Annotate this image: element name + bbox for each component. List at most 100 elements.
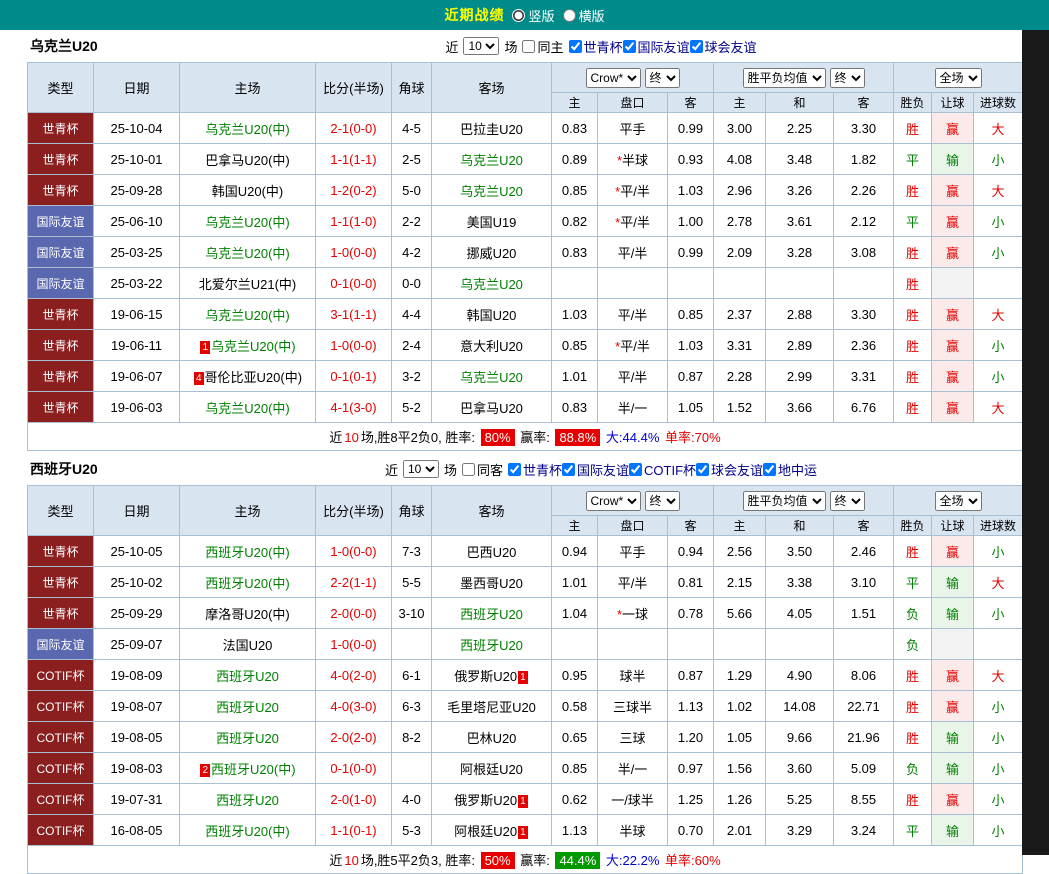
- away-team-name[interactable]: 美国U19: [467, 215, 517, 230]
- home-team-cell[interactable]: 西班牙U20: [180, 660, 316, 691]
- same-venue-checkbox[interactable]: [462, 463, 475, 476]
- score[interactable]: 2-0(2-0): [316, 722, 392, 753]
- competition-filter[interactable]: 国际友谊: [623, 37, 690, 56]
- home-team-name[interactable]: 西班牙U20: [216, 669, 279, 684]
- away-team-cell[interactable]: 乌克兰U20: [432, 144, 552, 175]
- layout-option-horizontal[interactable]: 横版: [563, 6, 605, 25]
- away-team-cell[interactable]: 俄罗斯U201: [432, 660, 552, 691]
- home-team-name[interactable]: 西班牙U20: [216, 700, 279, 715]
- score[interactable]: 2-0(0-0): [316, 598, 392, 629]
- home-team-name[interactable]: 乌克兰U20(中): [211, 339, 296, 354]
- home-team-cell[interactable]: 2西班牙U20(中): [180, 753, 316, 784]
- home-team-name[interactable]: 乌克兰U20(中): [205, 122, 290, 137]
- competition-checkbox[interactable]: [569, 40, 582, 53]
- home-team-name[interactable]: 巴拿马U20(中): [205, 153, 290, 168]
- competition-filter[interactable]: 球会友谊: [690, 37, 757, 56]
- score[interactable]: 4-1(3-0): [316, 392, 392, 423]
- away-team-cell[interactable]: 意大利U20: [432, 330, 552, 361]
- home-team-name[interactable]: 摩洛哥U20(中): [205, 607, 290, 622]
- away-team-name[interactable]: 西班牙U20: [460, 638, 523, 653]
- home-team-name[interactable]: 乌克兰U20(中): [205, 401, 290, 416]
- score[interactable]: 2-2(1-1): [316, 567, 392, 598]
- same-venue-filter[interactable]: 同客: [462, 460, 503, 479]
- away-team-name[interactable]: 挪威U20: [467, 246, 517, 261]
- score[interactable]: 1-1(0-1): [316, 815, 392, 846]
- away-team-cell[interactable]: 巴拿马U20: [432, 392, 552, 423]
- away-team-name[interactable]: 乌克兰U20: [460, 370, 523, 385]
- away-team-cell[interactable]: 巴林U20: [432, 722, 552, 753]
- away-team-cell[interactable]: 阿根廷U201: [432, 815, 552, 846]
- away-team-name[interactable]: 乌克兰U20: [460, 153, 523, 168]
- away-team-name[interactable]: 巴西U20: [467, 545, 517, 560]
- score[interactable]: 3-1(1-1): [316, 299, 392, 330]
- competition-checkbox[interactable]: [763, 463, 776, 476]
- same-venue-checkbox[interactable]: [522, 40, 535, 53]
- home-team-name[interactable]: 西班牙U20(中): [205, 576, 290, 591]
- score[interactable]: 1-0(0-0): [316, 629, 392, 660]
- score[interactable]: 0-1(0-1): [316, 361, 392, 392]
- score[interactable]: 1-0(0-0): [316, 330, 392, 361]
- away-team-name[interactable]: 阿根廷U20: [454, 824, 517, 839]
- home-team-cell[interactable]: 4哥伦比亚U20(中): [180, 361, 316, 392]
- europe-odds-select[interactable]: 胜平负均值: [743, 68, 826, 88]
- score[interactable]: 0-1(0-0): [316, 268, 392, 299]
- result-scope-select[interactable]: 全场: [935, 68, 982, 88]
- odds-period-select[interactable]: 终: [645, 491, 680, 511]
- away-team-name[interactable]: 韩国U20: [467, 308, 517, 323]
- home-team-name[interactable]: 韩国U20(中): [212, 184, 284, 199]
- competition-filter[interactable]: 球会友谊: [696, 460, 763, 479]
- competition-filter[interactable]: COTIF杯: [629, 460, 696, 479]
- competition-checkbox[interactable]: [696, 463, 709, 476]
- home-team-name[interactable]: 西班牙U20(中): [205, 545, 290, 560]
- home-team-cell[interactable]: 乌克兰U20(中): [180, 206, 316, 237]
- score[interactable]: 4-0(3-0): [316, 691, 392, 722]
- away-team-cell[interactable]: 挪威U20: [432, 237, 552, 268]
- score[interactable]: 2-0(1-0): [316, 784, 392, 815]
- away-team-name[interactable]: 巴拿马U20: [460, 401, 523, 416]
- home-team-cell[interactable]: 摩洛哥U20(中): [180, 598, 316, 629]
- competition-checkbox[interactable]: [629, 463, 642, 476]
- home-team-cell[interactable]: 乌克兰U20(中): [180, 113, 316, 144]
- europe-odds-select[interactable]: 胜平负均值: [743, 491, 826, 511]
- away-team-name[interactable]: 毛里塔尼亚U20: [447, 700, 536, 715]
- home-team-cell[interactable]: 1乌克兰U20(中): [180, 330, 316, 361]
- score[interactable]: 1-0(0-0): [316, 237, 392, 268]
- odds-company-select[interactable]: Crow*: [586, 491, 641, 511]
- competition-checkbox[interactable]: [623, 40, 636, 53]
- home-team-name[interactable]: 北爱尔兰U21(中): [199, 277, 297, 292]
- away-team-name[interactable]: 乌克兰U20: [460, 277, 523, 292]
- home-team-cell[interactable]: 乌克兰U20(中): [180, 237, 316, 268]
- competition-filter[interactable]: 地中运: [763, 460, 817, 479]
- home-team-name[interactable]: 哥伦比亚U20(中): [205, 370, 303, 385]
- away-team-name[interactable]: 西班牙U20: [460, 607, 523, 622]
- away-team-cell[interactable]: 乌克兰U20: [432, 268, 552, 299]
- home-team-cell[interactable]: 西班牙U20: [180, 784, 316, 815]
- away-team-cell[interactable]: 毛里塔尼亚U20: [432, 691, 552, 722]
- competition-filter[interactable]: 世青杯: [569, 37, 623, 56]
- score[interactable]: 1-0(0-0): [316, 536, 392, 567]
- away-team-cell[interactable]: 美国U19: [432, 206, 552, 237]
- away-team-cell[interactable]: 俄罗斯U201: [432, 784, 552, 815]
- competition-filter[interactable]: 世青杯: [508, 460, 562, 479]
- competition-checkbox[interactable]: [508, 463, 521, 476]
- europe-period-select[interactable]: 终: [830, 68, 865, 88]
- away-team-cell[interactable]: 西班牙U20: [432, 598, 552, 629]
- away-team-name[interactable]: 巴林U20: [467, 731, 517, 746]
- score[interactable]: 1-2(0-2): [316, 175, 392, 206]
- away-team-cell[interactable]: 巴西U20: [432, 536, 552, 567]
- score[interactable]: 1-1(1-1): [316, 144, 392, 175]
- away-team-name[interactable]: 俄罗斯U20: [454, 669, 517, 684]
- match-count-select[interactable]: 10: [403, 460, 439, 478]
- horizontal-layout-radio[interactable]: [563, 9, 576, 22]
- away-team-cell[interactable]: 乌克兰U20: [432, 361, 552, 392]
- away-team-cell[interactable]: 巴拉圭U20: [432, 113, 552, 144]
- score[interactable]: 0-1(0-0): [316, 753, 392, 784]
- home-team-cell[interactable]: 西班牙U20: [180, 722, 316, 753]
- competition-checkbox[interactable]: [562, 463, 575, 476]
- away-team-cell[interactable]: 墨西哥U20: [432, 567, 552, 598]
- match-count-select[interactable]: 10: [463, 37, 499, 55]
- home-team-cell[interactable]: 西班牙U20(中): [180, 567, 316, 598]
- competition-checkbox[interactable]: [690, 40, 703, 53]
- competition-filter[interactable]: 国际友谊: [562, 460, 629, 479]
- away-team-name[interactable]: 意大利U20: [460, 339, 523, 354]
